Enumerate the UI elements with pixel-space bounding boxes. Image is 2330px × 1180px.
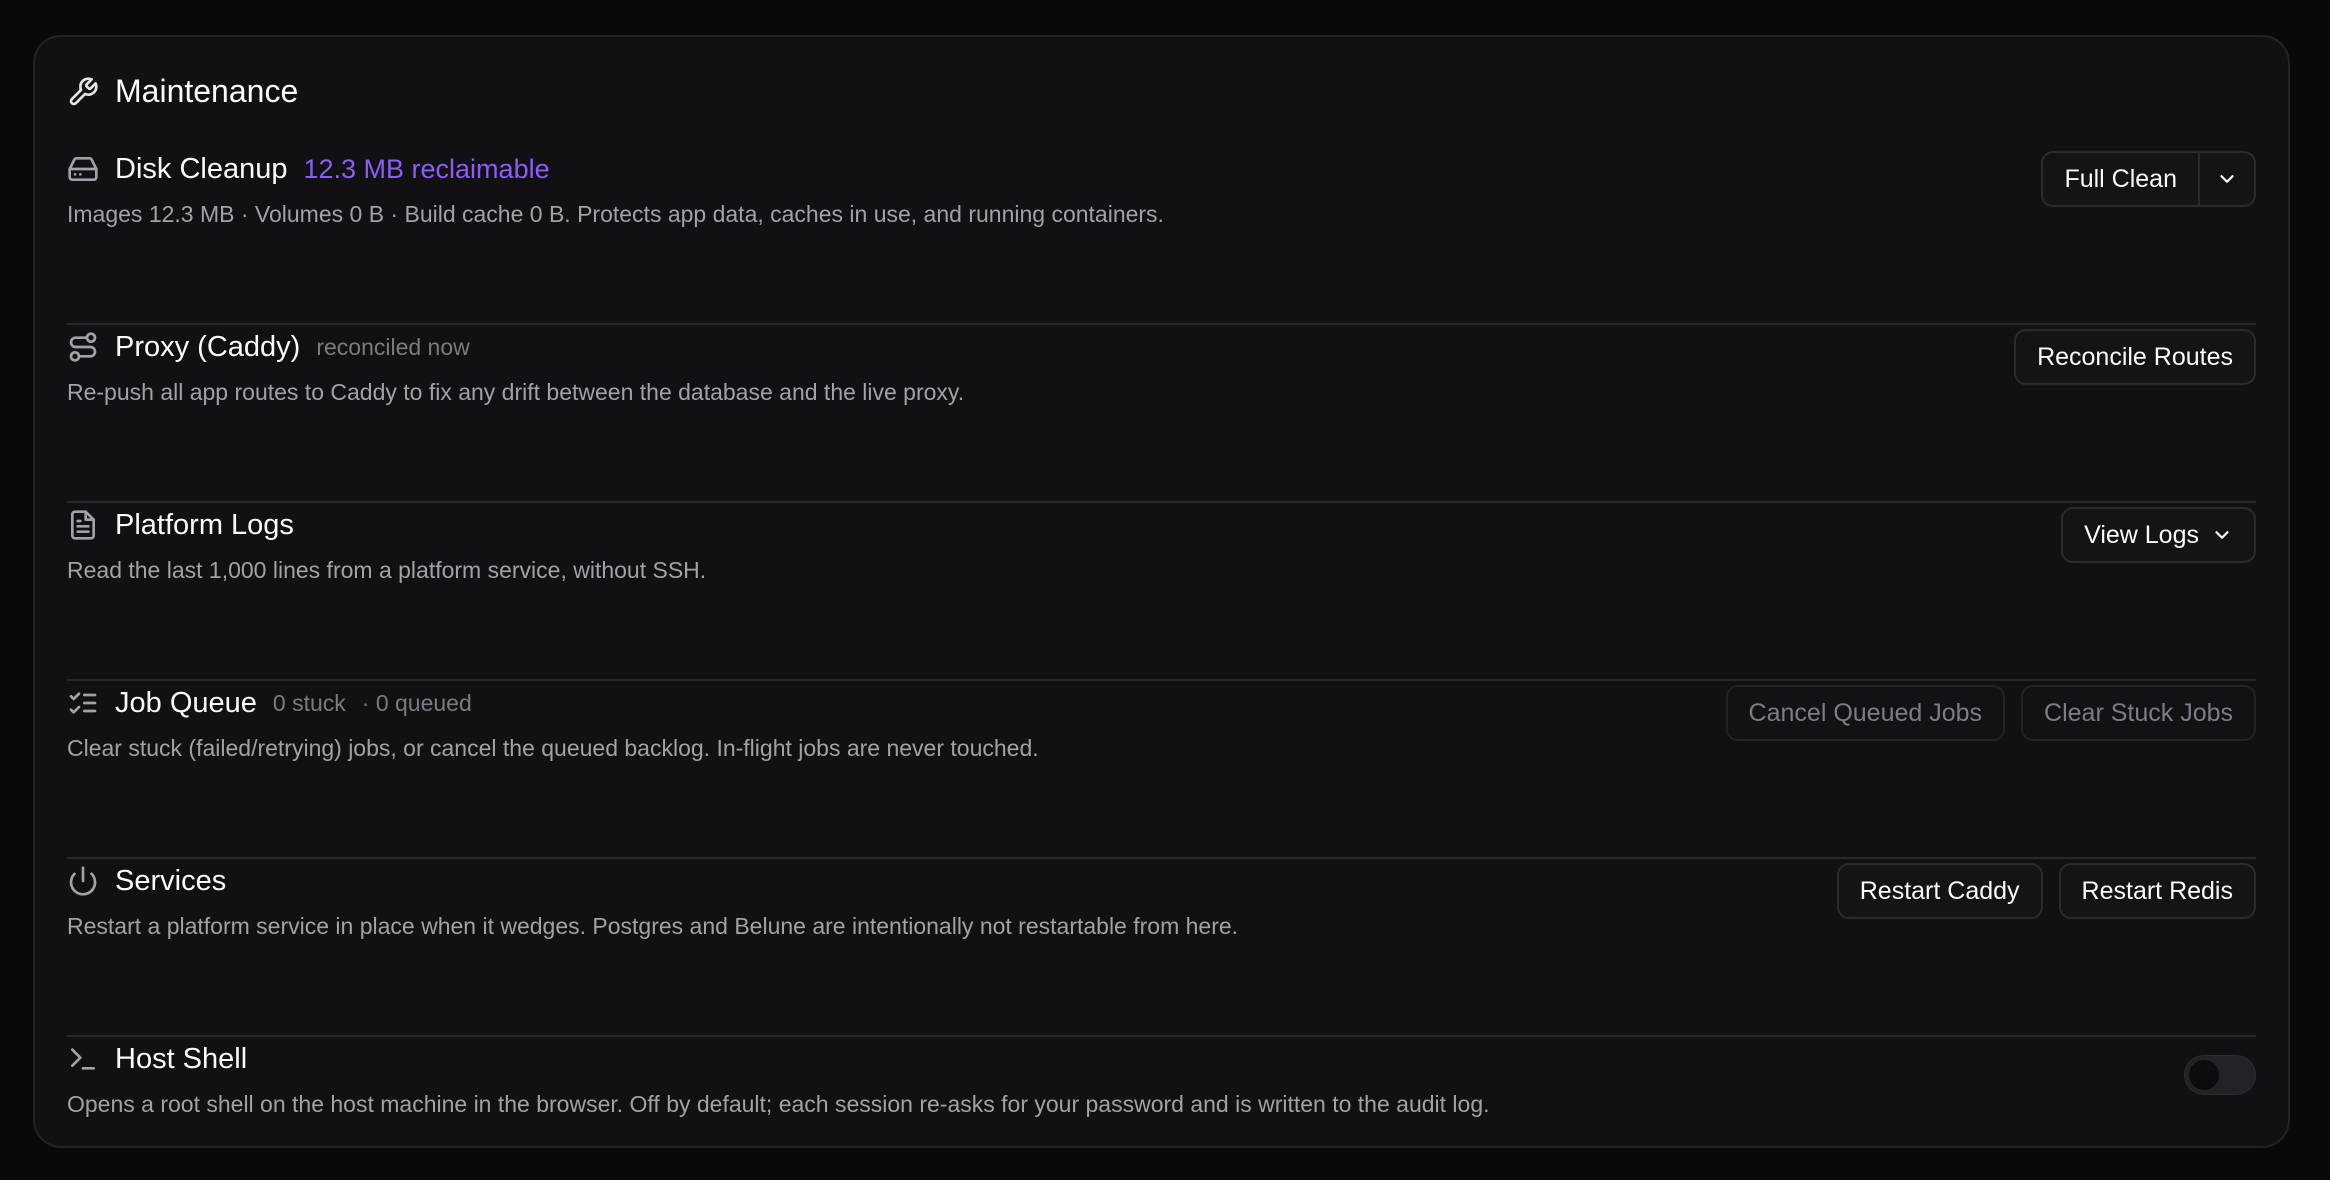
clear-stuck-jobs-button[interactable]: Clear Stuck Jobs (2021, 685, 2256, 741)
full-clean-button[interactable]: Full Clean (2043, 153, 2198, 205)
section-description: Images 12.3 MB · Volumes 0 B · Build cac… (67, 201, 1164, 227)
section-description: Clear stuck (failed/retrying) jobs, or c… (67, 735, 1039, 761)
list-checks-icon (67, 687, 99, 719)
route-icon (67, 331, 99, 363)
queued-count: · 0 queued (361, 689, 472, 716)
power-icon (67, 865, 99, 897)
section-description: Opens a root shell on the host machine i… (67, 1091, 1490, 1117)
maintenance-card: Maintenance Disk Cleanup 12.3 MB reclaim… (33, 35, 2290, 1148)
section-title: Proxy (Caddy) (115, 330, 301, 363)
reconcile-routes-button[interactable]: Reconcile Routes (2014, 329, 2256, 385)
restart-caddy-button[interactable]: Restart Caddy (1836, 863, 2043, 919)
host-shell-section: Host Shell Opens a root shell on the hos… (67, 1037, 2256, 1137)
section-description: Read the last 1,000 lines from a platfor… (67, 557, 707, 583)
view-logs-label: View Logs (2084, 520, 2199, 549)
section-title: Disk Cleanup (115, 152, 288, 185)
section-title: Job Queue (115, 686, 257, 719)
toggle-knob (2189, 1060, 2219, 1090)
section-description: Restart a platform service in place when… (67, 913, 1239, 939)
hard-drive-icon (67, 153, 99, 185)
view-logs-button[interactable]: View Logs (2061, 507, 2256, 563)
wrench-icon (67, 76, 99, 108)
platform-logs-section: Platform Logs Read the last 1,000 lines … (67, 503, 2256, 681)
card-title: Maintenance (115, 73, 299, 109)
services-section: Services Restart a platform service in p… (67, 859, 2256, 1037)
section-title: Services (115, 864, 227, 897)
full-clean-split-button: Full Clean (2041, 151, 2256, 207)
full-clean-options-button[interactable] (2200, 153, 2254, 205)
file-text-icon (67, 509, 99, 541)
restart-redis-button[interactable]: Restart Redis (2058, 863, 2256, 919)
reconcile-status: reconciled now (316, 333, 470, 360)
proxy-section: Proxy (Caddy) reconciled now Re-push all… (67, 325, 2256, 503)
section-description: Re-push all app routes to Caddy to fix a… (67, 379, 965, 405)
section-title: Host Shell (115, 1042, 248, 1075)
reclaimable-badge: 12.3 MB reclaimable (303, 153, 550, 184)
section-title: Platform Logs (115, 508, 294, 541)
host-shell-toggle[interactable] (2184, 1055, 2256, 1095)
chevron-down-icon (2211, 524, 2233, 546)
stuck-count: 0 stuck (272, 689, 346, 716)
cancel-queued-jobs-button[interactable]: Cancel Queued Jobs (1725, 685, 2006, 741)
disk-cleanup-section: Disk Cleanup 12.3 MB reclaimable Images … (67, 147, 2256, 325)
terminal-icon (67, 1043, 99, 1075)
chevron-down-icon (2216, 168, 2238, 190)
card-header: Maintenance (67, 73, 298, 110)
job-queue-section: Job Queue 0 stuck · 0 queued Clear stuck… (67, 681, 2256, 859)
